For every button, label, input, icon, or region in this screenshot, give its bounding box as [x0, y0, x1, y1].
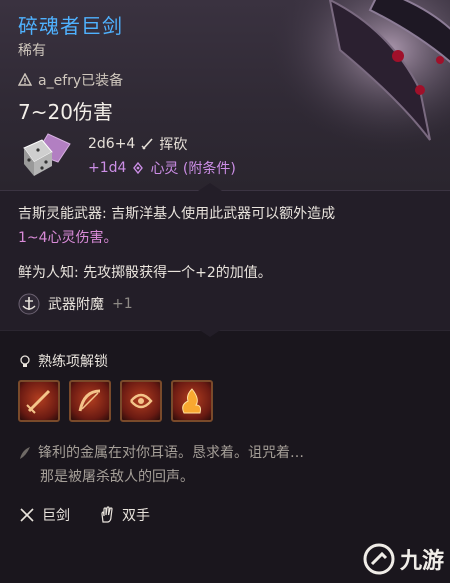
- watermark: 九游: [362, 542, 444, 576]
- proficiency-header: 熟练项解锁: [18, 351, 108, 371]
- slashing-icon: [141, 138, 153, 150]
- bonus-damage-type: 心灵 (附条件): [150, 161, 236, 177]
- fire-slash-skill-icon[interactable]: [171, 380, 213, 422]
- panel-divider-arrow-2: [198, 329, 222, 337]
- bow-swing-skill-icon[interactable]: [69, 380, 111, 422]
- enchantment-label: 武器附魔: [48, 297, 104, 313]
- warning-icon: [18, 73, 32, 86]
- dice-icon: [23, 133, 71, 176]
- lore-description: 鲜为人知: 先攻掷骰获得一个+2的加值。: [18, 265, 272, 281]
- weapon-handedness: 双手: [98, 505, 150, 525]
- weapon-type: 巨剑: [18, 505, 70, 525]
- watermark-logo-icon: [363, 543, 395, 575]
- flavor-line-2: 那是被屠杀敌人的回声。: [40, 469, 194, 485]
- weapon-type-label: 巨剑: [42, 508, 70, 524]
- damage-range: 7~20伤害: [18, 100, 113, 124]
- proficiency-label: 熟练项解锁: [38, 354, 108, 370]
- bonus-damage-line: +1d4 心灵 (附条件): [88, 158, 236, 178]
- lightbulb-icon: [20, 355, 30, 367]
- flavor-line-1: 锋利的金属在对你耳语。恳求着。诅咒着…: [38, 445, 304, 461]
- sword-strike-skill-icon[interactable]: [18, 380, 60, 422]
- base-damage-type: 挥砍: [159, 137, 188, 153]
- item-header: 碎魂者巨剑 稀有 a_efry已装备 7~20伤害 2d6+4 挥砍 +1d4: [0, 0, 450, 190]
- panel-divider-arrow: [198, 183, 222, 191]
- equipped-status: a_efry已装备: [18, 70, 123, 90]
- enchantment-icon: [18, 293, 40, 315]
- greatsword-artwork: [270, 0, 450, 160]
- cleave-skill-icon[interactable]: [120, 380, 162, 422]
- proficiency-skills: [18, 380, 213, 422]
- flavor-text: 锋利的金属在对你耳语。恳求着。诅咒着… 那是被屠杀敌人的回声。: [18, 441, 428, 489]
- quill-icon: [20, 447, 30, 459]
- psychic-icon: [133, 162, 144, 174]
- ability-highlight: 1~4心灵伤害。: [18, 230, 118, 246]
- item-title: 碎魂者巨剑: [18, 14, 123, 38]
- crossed-swords-icon: [20, 508, 34, 522]
- ability-text: 吉斯灵能武器: 吉斯洋基人使用此武器可以额外造成: [18, 206, 336, 222]
- equipped-label: a_efry已装备: [38, 73, 124, 89]
- bonus-damage-dice: +1d4: [88, 160, 127, 176]
- weapon-properties: 巨剑 双手: [18, 505, 168, 525]
- ability-description: 吉斯灵能武器: 吉斯洋基人使用此武器可以额外造成 1~4心灵伤害。: [18, 202, 432, 250]
- hand-icon: [101, 506, 113, 523]
- weapon-enchantment: 武器附魔 +1: [18, 293, 133, 315]
- base-damage-line: 2d6+4 挥砍: [88, 134, 187, 154]
- watermark-text: 九游: [399, 549, 444, 574]
- enchantment-value: +1: [112, 296, 133, 312]
- base-damage-dice: 2d6+4: [88, 136, 136, 152]
- handedness-label: 双手: [122, 508, 150, 524]
- item-rarity: 稀有: [18, 43, 46, 59]
